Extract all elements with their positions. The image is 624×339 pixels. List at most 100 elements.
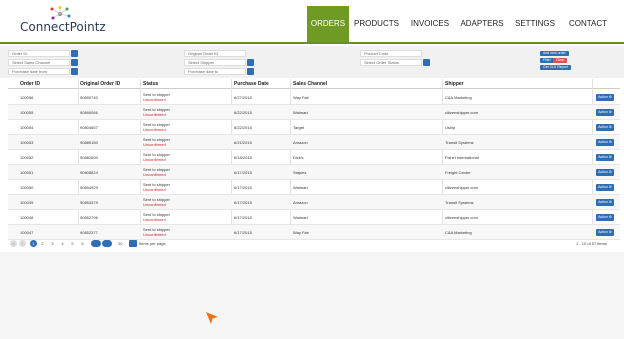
- nav-products[interactable]: PRODUCTS: [349, 6, 404, 42]
- filter-panel: Order ID Select Sales Channel Purchase d…: [0, 46, 624, 78]
- table-row[interactable]: 100053 90889150 Sent to shipper Unconfirmed…: [8, 135, 620, 150]
- original-order-id-input[interactable]: Original Order ID: [184, 50, 246, 57]
- table-row[interactable]: 100050 90854929 Sent to shipper Unconfirmed…: [8, 180, 620, 195]
- table-header: Order ID Original Order ID Status Purcha…: [8, 79, 620, 89]
- cell-original-order-id: 90852796: [80, 215, 98, 220]
- next-page-button[interactable]: [91, 240, 101, 247]
- shipper-select[interactable]: Select Shipper: [184, 59, 246, 66]
- cell-shipper: C&A Marketing: [445, 230, 472, 235]
- cell-purchase-date: 6/22/2015: [234, 110, 252, 115]
- pagination-summary: 1 - 10 of 57 items: [576, 241, 607, 246]
- get-xls-report-button[interactable]: Get XLS Report: [540, 65, 571, 70]
- table-row[interactable]: 100049 90853479 Sent to shipper Unconfirmed…: [8, 195, 620, 210]
- nav-adapters[interactable]: ADAPTERS: [456, 6, 508, 42]
- row-action-button[interactable]: Action ⚙: [596, 154, 614, 161]
- main-nav: ORDERS PRODUCTS INVOICES ADAPTERS SETTIN…: [307, 6, 614, 42]
- header-shipper[interactable]: Shipper: [445, 81, 464, 87]
- cell-shipper: citizenshipper.com: [445, 215, 478, 220]
- page-1[interactable]: 1: [30, 240, 37, 247]
- cell-confirmation: Unconfirmed: [143, 217, 166, 222]
- last-page-button[interactable]: [102, 240, 112, 247]
- row-action-button[interactable]: Action ⚙: [596, 109, 614, 116]
- nav-invoices[interactable]: INVOICES: [404, 6, 456, 42]
- cell-purchase-date: 6/17/2015: [234, 185, 252, 190]
- cell-purchase-date: 6/17/2015: [234, 230, 252, 235]
- table-row[interactable]: 100052 90882650 Sent to shipper Unconfirmed…: [8, 150, 620, 165]
- table-row[interactable]: 100047 90852377 Sent to shipper Unconfirmed…: [8, 225, 620, 240]
- per-page-select[interactable]: [129, 240, 137, 247]
- cell-shipper: Transit Systems: [445, 140, 474, 145]
- table-row[interactable]: 100056 90890740 Sent to shipper Unconfirmed…: [8, 90, 620, 105]
- row-action-button[interactable]: Action ⚙: [596, 124, 614, 131]
- nav-contact[interactable]: CONTACT: [562, 6, 614, 42]
- cell-shipper: Freight Center: [445, 170, 471, 175]
- cell-sales-channel: Walmart: [293, 185, 308, 190]
- clear-button[interactable]: Clear: [553, 58, 568, 63]
- cell-confirmation: Unconfirmed: [143, 172, 166, 177]
- table-row[interactable]: 100051 90808824 Sent to shipper Unconfirmed…: [8, 165, 620, 180]
- cell-confirmation: Unconfirmed: [143, 202, 166, 207]
- header-original-order-id[interactable]: Original Order ID: [80, 81, 120, 87]
- order-id-input[interactable]: Order ID: [8, 50, 70, 57]
- cell-original-order-id: 90854929: [80, 185, 98, 190]
- header-sales-channel[interactable]: Sales Channel: [293, 81, 327, 87]
- first-page-button[interactable]: «: [10, 240, 17, 247]
- table-row[interactable]: 100054 90804657 Sent to shipper Unconfirmed…: [8, 120, 620, 135]
- row-action-button[interactable]: Action ⚙: [596, 139, 614, 146]
- header-order-id[interactable]: Order ID: [20, 81, 40, 87]
- order-id-dropdown-button[interactable]: [71, 50, 78, 57]
- cell-purchase-date: 6/27/2015: [234, 95, 252, 100]
- order-status-dropdown-button[interactable]: [423, 59, 430, 66]
- cell-confirmation: Unconfirmed: [143, 157, 166, 162]
- shipper-dropdown-button[interactable]: [247, 59, 254, 66]
- cell-order-id: 100052: [20, 155, 34, 160]
- cell-order-id: 100051: [20, 170, 34, 175]
- filter-button[interactable]: Filter: [540, 58, 554, 63]
- row-action-button[interactable]: Action ⚙: [596, 184, 614, 191]
- page-6[interactable]: 6: [79, 240, 86, 247]
- product-code-input[interactable]: Product Code: [360, 50, 422, 57]
- page-5[interactable]: 5: [69, 240, 76, 247]
- cell-confirmation: Unconfirmed: [143, 127, 166, 132]
- cell-sales-channel: Walmart: [293, 215, 308, 220]
- header-status[interactable]: Status: [143, 81, 158, 87]
- page-4[interactable]: 4: [59, 240, 66, 247]
- row-action-button[interactable]: Action ⚙: [596, 214, 614, 221]
- header-purchase-date[interactable]: Purchase Date: [234, 81, 269, 87]
- row-action-button[interactable]: Action ⚙: [596, 199, 614, 206]
- add-new-order-button[interactable]: Add new order: [540, 51, 569, 56]
- cell-order-id: 100056: [20, 95, 34, 100]
- page-3[interactable]: 3: [49, 240, 56, 247]
- cell-confirmation: Unconfirmed: [143, 232, 166, 237]
- purchase-date-from-input[interactable]: Purchase date from: [8, 68, 70, 75]
- cell-original-order-id: 90890740: [80, 95, 98, 100]
- cell-purchase-date: 6/17/2015: [234, 200, 252, 205]
- cell-shipper: C&A Marketing: [445, 95, 472, 100]
- cell-order-id: 100049: [20, 200, 34, 205]
- logo[interactable]: ConnectPointz: [20, 6, 140, 36]
- cell-order-id: 100050: [20, 185, 34, 190]
- table-row[interactable]: 100048 90852796 Sent to shipper Unconfirmed…: [8, 210, 620, 225]
- nav-settings[interactable]: SETTINGS: [508, 6, 562, 42]
- sales-channel-select[interactable]: Select Sales Channel: [8, 59, 70, 66]
- sales-channel-dropdown-button[interactable]: [71, 59, 78, 66]
- cell-sales-channel: Dick's: [293, 155, 304, 160]
- nav-orders[interactable]: ORDERS: [307, 6, 349, 42]
- row-action-button[interactable]: Action ⚙: [596, 94, 614, 101]
- cell-purchase-date: 6/21/2015: [234, 140, 252, 145]
- purchase-date-from-calendar-button[interactable]: [71, 68, 78, 75]
- table-row[interactable]: 100055 90890066 Sent to shipper Unconfirmed…: [8, 105, 620, 120]
- cell-original-order-id: 90808824: [80, 170, 98, 175]
- row-action-button[interactable]: Action ⚙: [596, 169, 614, 176]
- order-status-select[interactable]: Select Order Status: [360, 59, 422, 66]
- cell-shipper: Uship: [445, 125, 456, 130]
- cell-order-id: 100053: [20, 140, 34, 145]
- cell-order-id: 100054: [20, 125, 34, 130]
- cell-purchase-date: 6/22/2015: [234, 125, 252, 130]
- cell-sales-channel: Amazon: [293, 140, 308, 145]
- purchase-date-to-calendar-button[interactable]: [247, 68, 254, 75]
- purchase-date-to-input[interactable]: Purchase date to: [184, 68, 246, 75]
- prev-page-button[interactable]: ‹: [19, 240, 26, 247]
- page-2[interactable]: 2: [39, 240, 46, 247]
- row-action-button[interactable]: Action ⚙: [596, 229, 614, 236]
